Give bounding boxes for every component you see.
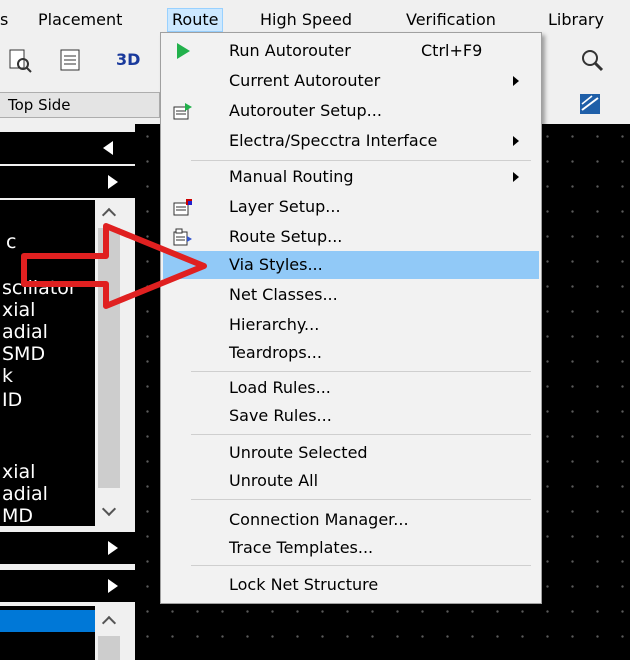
menu-item-unroute-selected[interactable]: Unroute Selected [163,439,539,467]
menu-library[interactable]: Library [544,9,608,31]
list-item[interactable]: xial [2,462,35,482]
menu-item-via-styles[interactable]: Via Styles... [163,251,539,279]
left-panel: c scillator xial adial SMD k ID xial adi… [0,124,135,660]
expand-right-icon[interactable] [108,541,118,555]
menu-separator [191,565,531,566]
print-preview-icon[interactable] [6,46,36,78]
scroll-thumb[interactable] [98,228,120,488]
list-scrollbar[interactable] [95,200,123,526]
submenu-arrow-icon [513,136,519,146]
list-item[interactable]: scillator [2,278,77,298]
menu-item-layer-setup[interactable]: Layer Setup... [163,193,539,221]
menu-separator [191,371,531,372]
scroll-down-icon[interactable] [101,501,117,517]
expand-right-icon[interactable] [108,579,118,593]
menu-item-run-autorouter[interactable]: Run Autorouter Ctrl+F9 [163,37,539,65]
route-menu: Run Autorouter Ctrl+F9 Current Autoroute… [160,32,542,604]
menu-separator [191,434,531,435]
panel-tab-3[interactable] [0,532,135,564]
menu-item-connection-manager[interactable]: Connection Manager... [163,506,539,534]
menu-item-teardrops[interactable]: Teardrops... [163,339,539,367]
menu-route[interactable]: Route [166,8,224,32]
menu-item-manual-routing[interactable]: Manual Routing [163,163,539,191]
list-item[interactable]: adial [2,322,48,342]
play-icon [177,43,190,59]
route-setup-icon [173,228,192,246]
3d-view-button[interactable]: 3D [116,50,140,82]
list-item[interactable]: xial [2,300,35,320]
menu-item-autorouter-setup[interactable]: Autorouter Setup... [163,97,539,125]
list-item[interactable]: ID [2,390,22,410]
panel-tab-1[interactable] [0,132,135,164]
layer-select[interactable]: Top Side [0,92,160,118]
scroll-up-icon[interactable] [101,615,117,631]
scroll-up-icon[interactable] [101,207,117,223]
bottom-list[interactable] [0,606,95,660]
panel-tab-4[interactable] [0,570,135,602]
menu-item-current-autorouter[interactable]: Current Autorouter [163,67,539,95]
list-item[interactable]: MD [2,506,33,526]
expand-right-icon[interactable] [108,175,118,189]
menu-separator [191,160,531,161]
list-item[interactable]: adial [2,484,48,504]
submenu-arrow-icon [513,172,519,182]
menu-separator [191,499,531,500]
menu-high-speed[interactable]: High Speed [256,9,356,31]
layer-display-icon[interactable] [578,92,602,116]
menu-item-lock-net-structure[interactable]: Lock Net Structure [163,571,539,599]
menu-item-trace-templates[interactable]: Trace Templates... [163,534,539,562]
menu-placement[interactable]: Placement [34,9,126,31]
zoom-icon[interactable] [578,46,608,78]
autorouter-setup-icon [173,103,192,120]
selected-list-item[interactable] [0,610,95,632]
bottom-scrollbar[interactable] [95,606,123,660]
scroll-thumb[interactable] [98,636,120,660]
submenu-arrow-icon [513,76,519,86]
menu-item-hierarchy[interactable]: Hierarchy... [163,311,539,339]
menu-item-save-rules[interactable]: Save Rules... [163,402,539,430]
layer-setup-icon [173,199,192,216]
collapse-left-icon[interactable] [103,141,113,155]
menu-item-load-rules[interactable]: Load Rules... [163,374,539,402]
menu-item-electra-specctra[interactable]: Electra/Specctra Interface [163,127,539,155]
menu-item-unroute-all[interactable]: Unroute All [163,467,539,495]
menu-item-route-setup[interactable]: Route Setup... [163,223,539,251]
report-icon[interactable] [56,46,86,78]
menu-partial[interactable]: s [0,9,12,31]
menu-item-net-classes[interactable]: Net Classes... [163,281,539,309]
component-list[interactable]: c scillator xial adial SMD k ID xial adi… [0,200,95,526]
list-item[interactable]: c [6,232,16,252]
list-item[interactable]: k [2,366,13,386]
panel-tab-2[interactable] [0,166,135,198]
menu-verification[interactable]: Verification [402,9,500,31]
list-item[interactable]: SMD [2,344,45,364]
